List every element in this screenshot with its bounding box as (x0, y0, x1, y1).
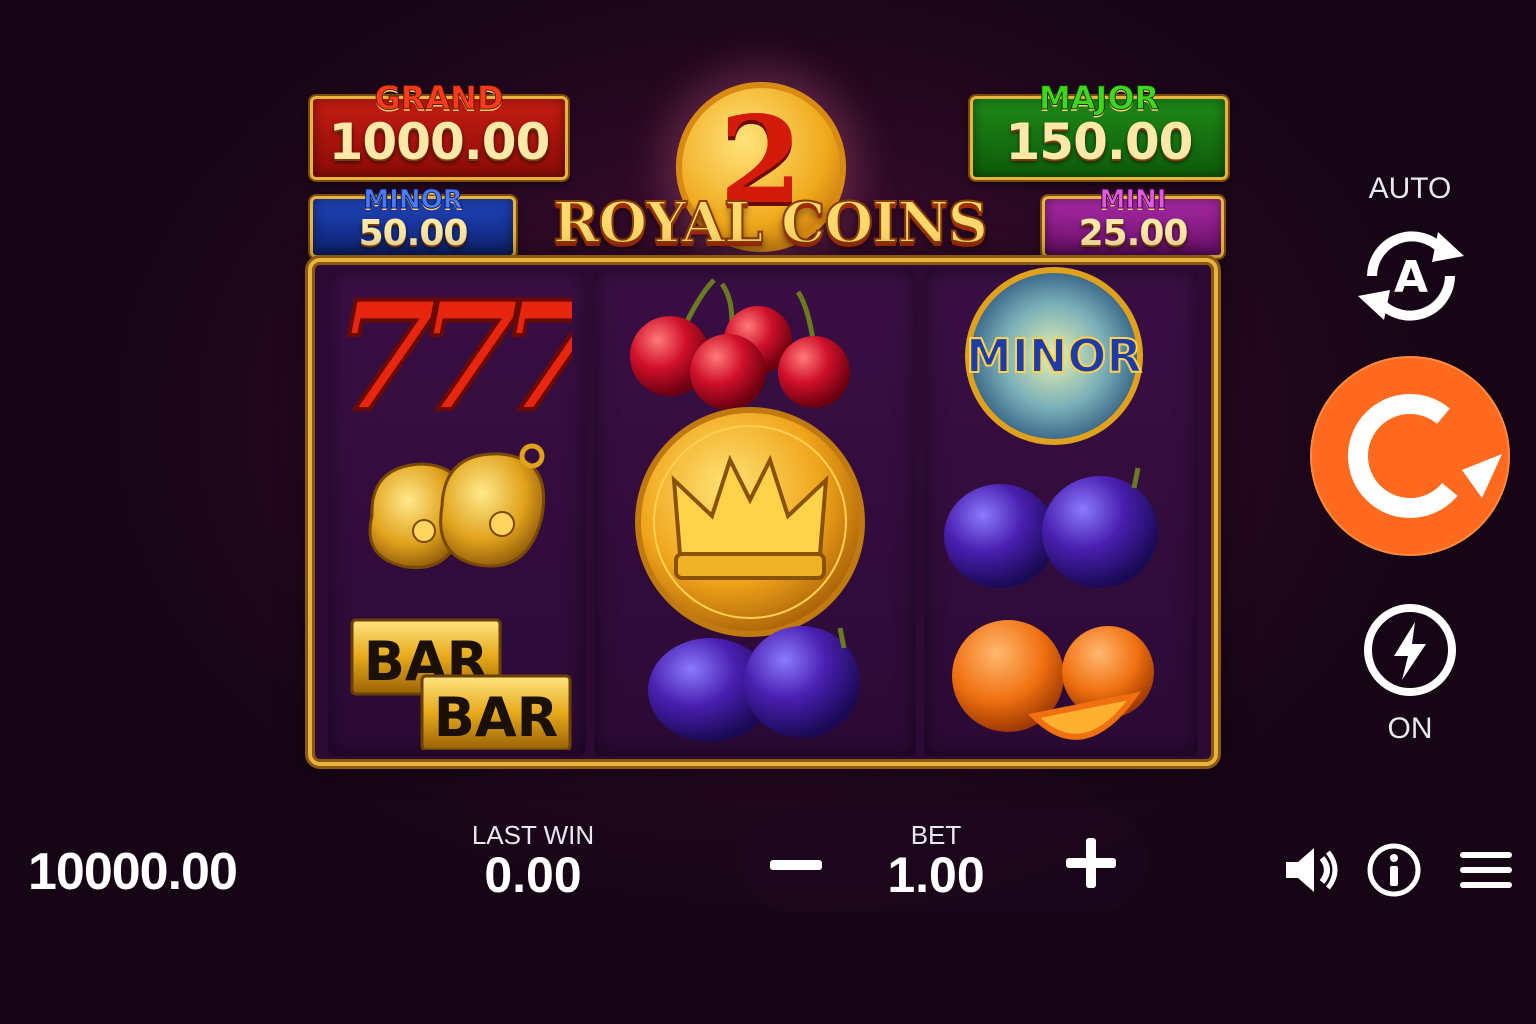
mini-jackpot-label: MINI (1099, 185, 1167, 216)
plums-symbol (944, 467, 1158, 588)
svg-text:A: A (1394, 252, 1428, 303)
autoplay-icon: A (1358, 231, 1464, 321)
turbo-button[interactable] (1360, 600, 1460, 700)
bet-increase-button[interactable] (1060, 832, 1122, 894)
bet-decrease-button[interactable] (766, 836, 826, 896)
hamburger-menu-icon (1460, 852, 1512, 888)
bells-symbol (368, 443, 546, 569)
turbo-status-label: ON (1387, 712, 1433, 745)
game-logo-title: ROYAL COINS (552, 189, 989, 257)
autoplay-button[interactable]: A (1352, 222, 1470, 330)
sound-button[interactable] (1282, 842, 1342, 898)
reel-1: 777 BAR BAR (328, 270, 586, 756)
speaker-icon (1286, 848, 1338, 892)
grand-jackpot-label: GRAND (374, 79, 504, 118)
grand-jackpot-plaque: GRAND 1000.00 (310, 79, 568, 180)
oranges-symbol (952, 620, 1154, 740)
info-icon (1367, 843, 1421, 897)
reel-3: MINOR (924, 267, 1198, 756)
major-jackpot-label: MAJOR (1038, 79, 1160, 118)
reel-2 (594, 270, 916, 756)
bet-value: 1.00 (887, 847, 985, 903)
balance-value: 10000.00 (28, 843, 238, 901)
major-jackpot-plaque: MAJOR 150.00 (970, 79, 1228, 180)
seven-triple-symbol: 777 (342, 284, 572, 424)
seven-triple-text: 777 (342, 284, 572, 424)
major-jackpot-value: 150.00 (1005, 113, 1194, 171)
mini-jackpot-plaque: MINI 25.00 (1042, 185, 1224, 258)
mini-jackpot-value: 25.00 (1078, 213, 1189, 254)
grand-jackpot-value: 1000.00 (328, 113, 551, 171)
lightning-icon (1364, 604, 1456, 696)
spin-icon (1348, 394, 1502, 518)
minor-jackpot-plaque: MINOR 50.00 (310, 185, 516, 258)
plums-symbol (648, 626, 860, 742)
bar-bar-symbol: BAR BAR (350, 618, 572, 750)
reel-frame: 777 BAR BAR MINOR (308, 258, 1218, 766)
autoplay-label: AUTO (1368, 172, 1452, 205)
menu-button[interactable] (1458, 846, 1514, 894)
info-button[interactable] (1366, 842, 1422, 898)
minus-icon (770, 860, 822, 870)
minor-jackpot-label: MINOR (363, 185, 463, 216)
cherries-symbol (630, 278, 850, 410)
plus-icon (1066, 838, 1116, 888)
minor-coin-symbol: MINOR (965, 267, 1143, 445)
bar-bottom-text: BAR (434, 686, 559, 749)
minor-jackpot-value: 50.00 (358, 213, 469, 254)
last-win-value: 0.00 (484, 847, 582, 903)
crown-coin-symbol (635, 407, 865, 637)
minor-coin-text: MINOR (966, 329, 1142, 383)
spin-button[interactable] (1312, 358, 1508, 554)
